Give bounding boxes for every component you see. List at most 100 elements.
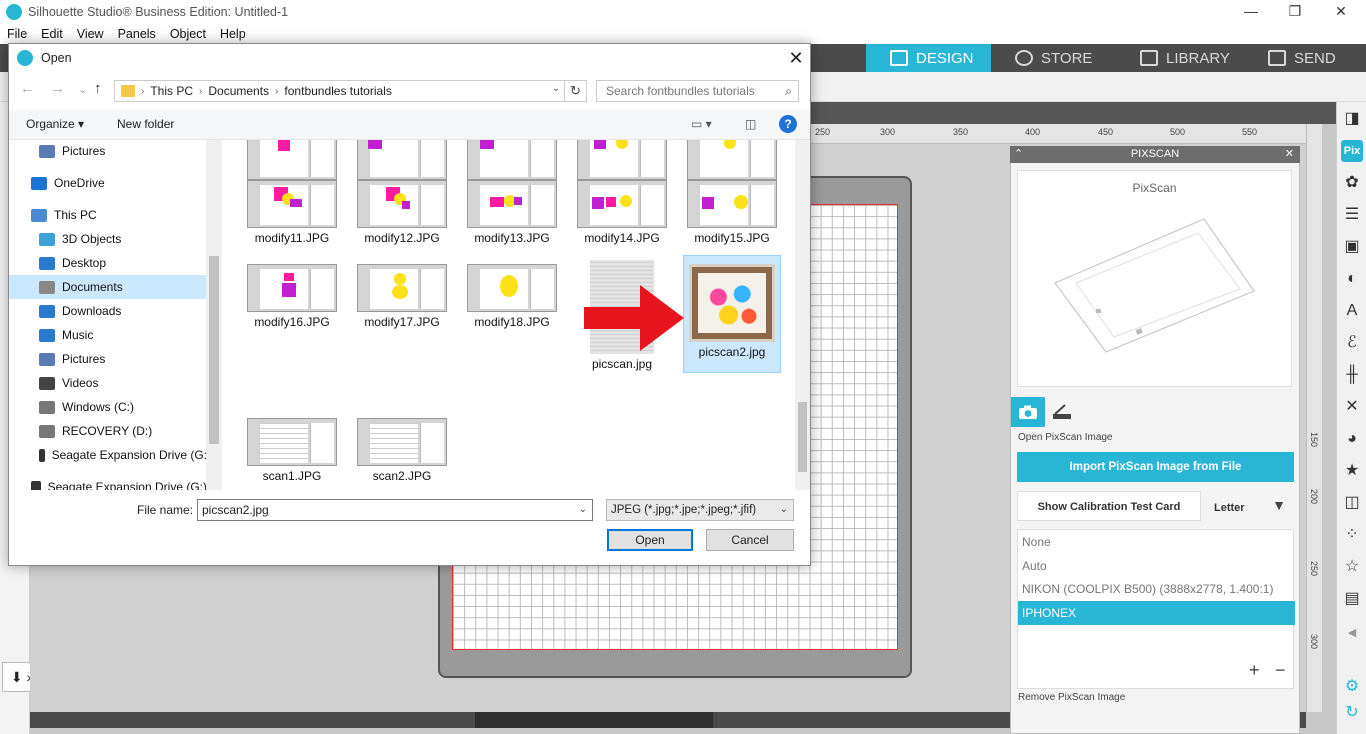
search-input[interactable]: Search fontbundles tutorials ⌕ bbox=[596, 80, 799, 102]
page-setup-icon[interactable]: ◨ bbox=[1341, 108, 1363, 130]
menu-file[interactable]: File bbox=[0, 27, 34, 41]
remove-camera-button[interactable]: − bbox=[1275, 660, 1286, 681]
camera-item-auto[interactable]: Auto bbox=[1018, 554, 1295, 578]
forward-arrow-icon[interactable]: → bbox=[50, 80, 65, 97]
help-icon[interactable]: ? bbox=[779, 115, 797, 133]
nav-item[interactable]: This PC bbox=[9, 203, 207, 227]
file-item[interactable]: scan2.JPG bbox=[354, 418, 450, 483]
restore-button[interactable]: ❐ bbox=[1272, 0, 1318, 24]
file-item[interactable]: modify14.JPG bbox=[574, 180, 670, 245]
file-item[interactable]: picscan2.jpg bbox=[683, 255, 781, 373]
paper-size-select[interactable]: Letter ▼ bbox=[1206, 491, 1294, 521]
file-item[interactable]: modify18.JPG bbox=[464, 264, 560, 329]
pixscan-scanner-tab[interactable] bbox=[1045, 397, 1079, 427]
library-panel-icon[interactable]: ▤ bbox=[1341, 588, 1363, 610]
new-folder-button[interactable]: New folder bbox=[117, 117, 174, 131]
menu-view[interactable]: View bbox=[70, 27, 111, 41]
chevron-down-icon[interactable]: ⌄ bbox=[579, 500, 587, 520]
breadcrumb-documents[interactable]: Documents bbox=[208, 84, 269, 98]
star-shape-icon[interactable]: ★ bbox=[1341, 460, 1363, 482]
file-item[interactable]: modify12.JPG bbox=[354, 180, 450, 245]
text-style-icon[interactable]: A bbox=[1341, 300, 1363, 322]
nav-item[interactable]: OneDrive bbox=[9, 171, 207, 195]
nav-item[interactable]: RECOVERY (D:) bbox=[9, 419, 207, 443]
tab-design[interactable]: DESIGN bbox=[866, 44, 991, 72]
nav-item-label: This PC bbox=[54, 208, 97, 222]
view-options-icon[interactable]: ▭ ▾ bbox=[691, 117, 712, 131]
nav-item[interactable]: Seagate Expansion Drive (G: bbox=[9, 443, 207, 467]
nav-item[interactable]: Windows (C:) bbox=[9, 395, 207, 419]
tab-library[interactable]: LIBRARY bbox=[1116, 44, 1244, 72]
nav-item[interactable]: Downloads bbox=[9, 299, 207, 323]
nav-item[interactable]: Pictures bbox=[9, 347, 207, 371]
cancel-button[interactable]: Cancel bbox=[706, 529, 794, 551]
scrollbar-thumb[interactable] bbox=[475, 712, 713, 728]
minimize-button[interactable]: — bbox=[1228, 0, 1274, 24]
camera-item-iphonex[interactable]: IPHONEX bbox=[1018, 601, 1295, 625]
file-item[interactable]: modify11.JPG bbox=[244, 180, 340, 245]
file-item[interactable]: scan1.JPG bbox=[244, 418, 340, 483]
pixscan-camera-tab[interactable] bbox=[1011, 397, 1045, 427]
weld-icon[interactable]: ◕ bbox=[1341, 428, 1363, 450]
address-bar[interactable]: › This PC › Documents › fontbundles tuto… bbox=[114, 80, 565, 102]
tab-send[interactable]: SEND bbox=[1244, 44, 1366, 72]
fill-palette-icon[interactable]: ✿ bbox=[1341, 172, 1363, 194]
sketch-icon[interactable]: ℰ bbox=[1341, 332, 1363, 354]
camera-item-nikon[interactable]: NIKON (COOLPIX B500) (3888x2778, 1.400:1… bbox=[1018, 577, 1295, 601]
scrollbar-thumb[interactable] bbox=[209, 256, 219, 444]
breadcrumb-fontbundles[interactable]: fontbundles tutorials bbox=[284, 84, 391, 98]
menu-object[interactable]: Object bbox=[163, 27, 213, 41]
pattern-fill-icon[interactable]: ▣ bbox=[1341, 236, 1363, 258]
filetype-select[interactable]: JPEG (*.jpg;*.jpe;*.jpeg;*.jfif) ⌄ bbox=[606, 499, 794, 521]
file-item[interactable]: modify17.JPG bbox=[354, 264, 450, 329]
nav-item[interactable]: Videos bbox=[9, 371, 207, 395]
recent-locations-icon[interactable]: ⌄ bbox=[78, 83, 87, 96]
nav-item[interactable]: Music bbox=[9, 323, 207, 347]
silhouette-logo-icon bbox=[17, 50, 33, 66]
rhinestone-icon[interactable]: ⁘ bbox=[1341, 524, 1363, 546]
breadcrumb-this-pc[interactable]: This PC bbox=[150, 84, 193, 98]
back-arrow-icon[interactable]: ← bbox=[20, 80, 35, 97]
nav-item[interactable]: Documents bbox=[9, 275, 207, 299]
pixscan-icon[interactable]: Pix bbox=[1341, 140, 1363, 162]
nav-scrollbar[interactable] bbox=[206, 140, 222, 490]
close-icon[interactable]: ✕ bbox=[1285, 146, 1294, 163]
file-item[interactable]: modify15.JPG bbox=[684, 180, 780, 245]
collapse-left-icon[interactable]: ◀ bbox=[1341, 622, 1363, 644]
nav-item[interactable]: Pictures bbox=[9, 140, 207, 163]
file-scrollbar[interactable] bbox=[795, 140, 810, 490]
calibration-test-card-button[interactable]: Show Calibration Test Card bbox=[1017, 491, 1201, 521]
collapse-icon[interactable]: ⌃ bbox=[1014, 146, 1023, 163]
line-style-icon[interactable]: ☰ bbox=[1341, 204, 1363, 226]
camera-item-none[interactable]: None bbox=[1018, 530, 1295, 554]
organize-button[interactable]: Organize ▾ bbox=[26, 117, 84, 131]
refresh-icon[interactable]: ↻ bbox=[565, 80, 587, 102]
align-icon[interactable]: ╫ bbox=[1341, 364, 1363, 386]
menu-edit[interactable]: Edit bbox=[34, 27, 70, 41]
sync-icon[interactable]: ↻ bbox=[1341, 702, 1363, 724]
favorites-star-icon[interactable]: ☆ bbox=[1341, 556, 1363, 578]
tab-store[interactable]: STORE bbox=[991, 44, 1116, 72]
nav-item-label: Seagate Expansion Drive (G:) bbox=[47, 480, 207, 490]
nav-item[interactable]: Seagate Expansion Drive (G:) bbox=[9, 475, 207, 490]
add-camera-button[interactable]: + bbox=[1249, 660, 1260, 681]
nav-item[interactable]: 3D Objects bbox=[9, 227, 207, 251]
transform-icon[interactable]: ✕ bbox=[1341, 396, 1363, 418]
close-app-button[interactable]: ✕ bbox=[1318, 0, 1364, 24]
trace-icon[interactable]: ◫ bbox=[1341, 492, 1363, 514]
transparency-icon[interactable]: ◐ bbox=[1341, 268, 1363, 290]
menu-help[interactable]: Help bbox=[213, 27, 253, 41]
filename-input[interactable]: picscan2.jpg ⌄ bbox=[197, 499, 593, 521]
scrollbar-thumb[interactable] bbox=[798, 402, 807, 472]
dialog-close-button[interactable]: ✕ bbox=[783, 47, 809, 69]
settings-gear-icon[interactable]: ⚙ bbox=[1341, 676, 1363, 698]
chevron-down-icon[interactable]: ⌄ bbox=[552, 83, 560, 94]
up-arrow-icon[interactable]: ↑ bbox=[94, 80, 102, 97]
file-item[interactable]: modify13.JPG bbox=[464, 180, 560, 245]
nav-item[interactable]: Desktop bbox=[9, 251, 207, 275]
file-item[interactable]: modify16.JPG bbox=[244, 264, 340, 329]
preview-pane-icon[interactable]: ◫ bbox=[745, 117, 756, 131]
menu-panels[interactable]: Panels bbox=[111, 27, 163, 41]
import-pixscan-button[interactable]: Import PixScan Image from File bbox=[1017, 452, 1294, 482]
open-button[interactable]: Open bbox=[607, 529, 693, 551]
